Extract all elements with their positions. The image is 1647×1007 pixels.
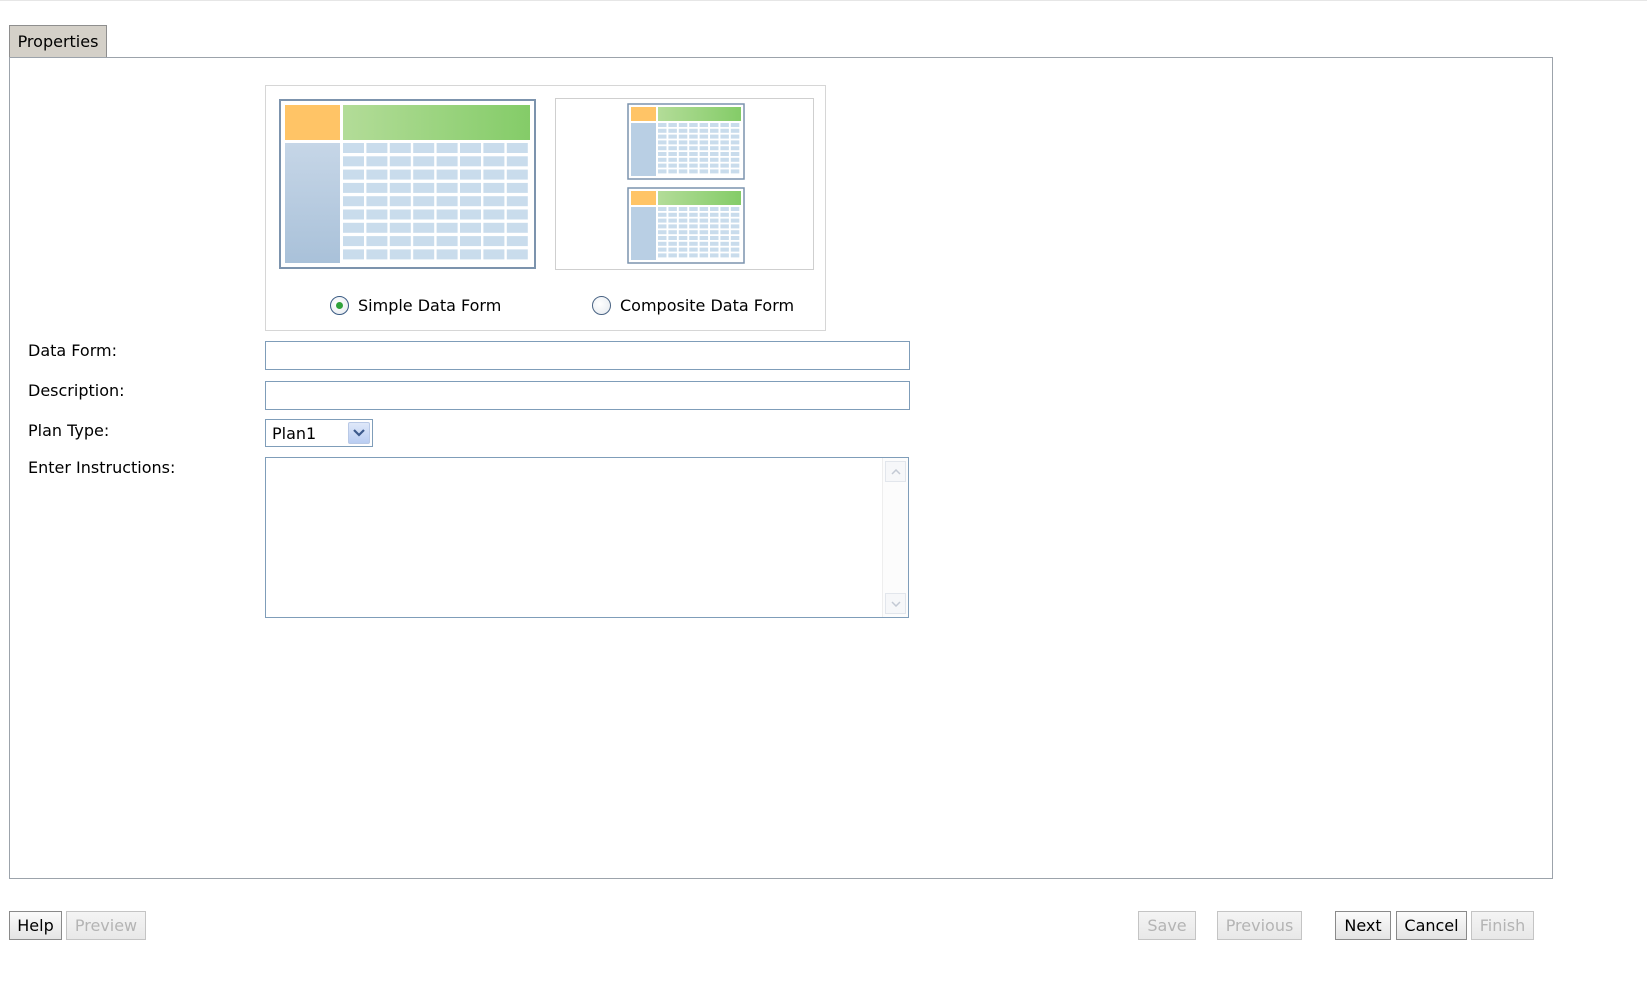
composite-data-form-thumbnail[interactable] [555, 98, 814, 270]
simple-data-form-radio-option[interactable]: Simple Data Form [330, 296, 501, 315]
description-input[interactable] [265, 381, 910, 410]
instructions-scrollbar[interactable] [882, 458, 908, 617]
composite-data-form-radio-option[interactable]: Composite Data Form [592, 296, 794, 315]
previous-button[interactable]: Previous [1217, 911, 1302, 940]
data-form-label: Data Form: [28, 341, 117, 360]
tab-properties[interactable]: Properties [9, 25, 107, 57]
plan-type-value: Plan1 [272, 424, 317, 443]
plan-type-select[interactable]: Plan1 [265, 419, 373, 447]
instructions-textarea[interactable] [266, 458, 882, 617]
composite-form-layout-icon [627, 103, 745, 264]
radio-selected-icon[interactable] [330, 296, 349, 315]
instructions-label: Enter Instructions: [28, 458, 176, 477]
simple-data-form-label: Simple Data Form [358, 296, 502, 315]
next-button[interactable]: Next [1335, 911, 1391, 940]
tab-properties-label: Properties [17, 32, 99, 51]
instructions-textarea-container [265, 457, 909, 618]
scroll-down-icon[interactable] [885, 593, 906, 614]
scroll-up-icon[interactable] [885, 461, 906, 482]
simple-form-layout-icon [281, 101, 534, 267]
cancel-button[interactable]: Cancel [1396, 911, 1467, 940]
top-divider [0, 0, 1647, 1]
plan-type-label: Plan Type: [28, 421, 110, 440]
description-label: Description: [28, 381, 125, 400]
save-button[interactable]: Save [1138, 911, 1196, 940]
chevron-down-icon[interactable] [348, 422, 370, 444]
preview-button[interactable]: Preview [66, 911, 146, 940]
form-type-chooser: Simple Data Form Composite Data Form [265, 85, 826, 331]
help-button[interactable]: Help [9, 911, 62, 940]
finish-button[interactable]: Finish [1471, 911, 1534, 940]
composite-data-form-label: Composite Data Form [620, 296, 795, 315]
data-form-input[interactable] [265, 341, 910, 370]
radio-unselected-icon[interactable] [592, 296, 611, 315]
simple-data-form-thumbnail[interactable] [279, 99, 536, 269]
